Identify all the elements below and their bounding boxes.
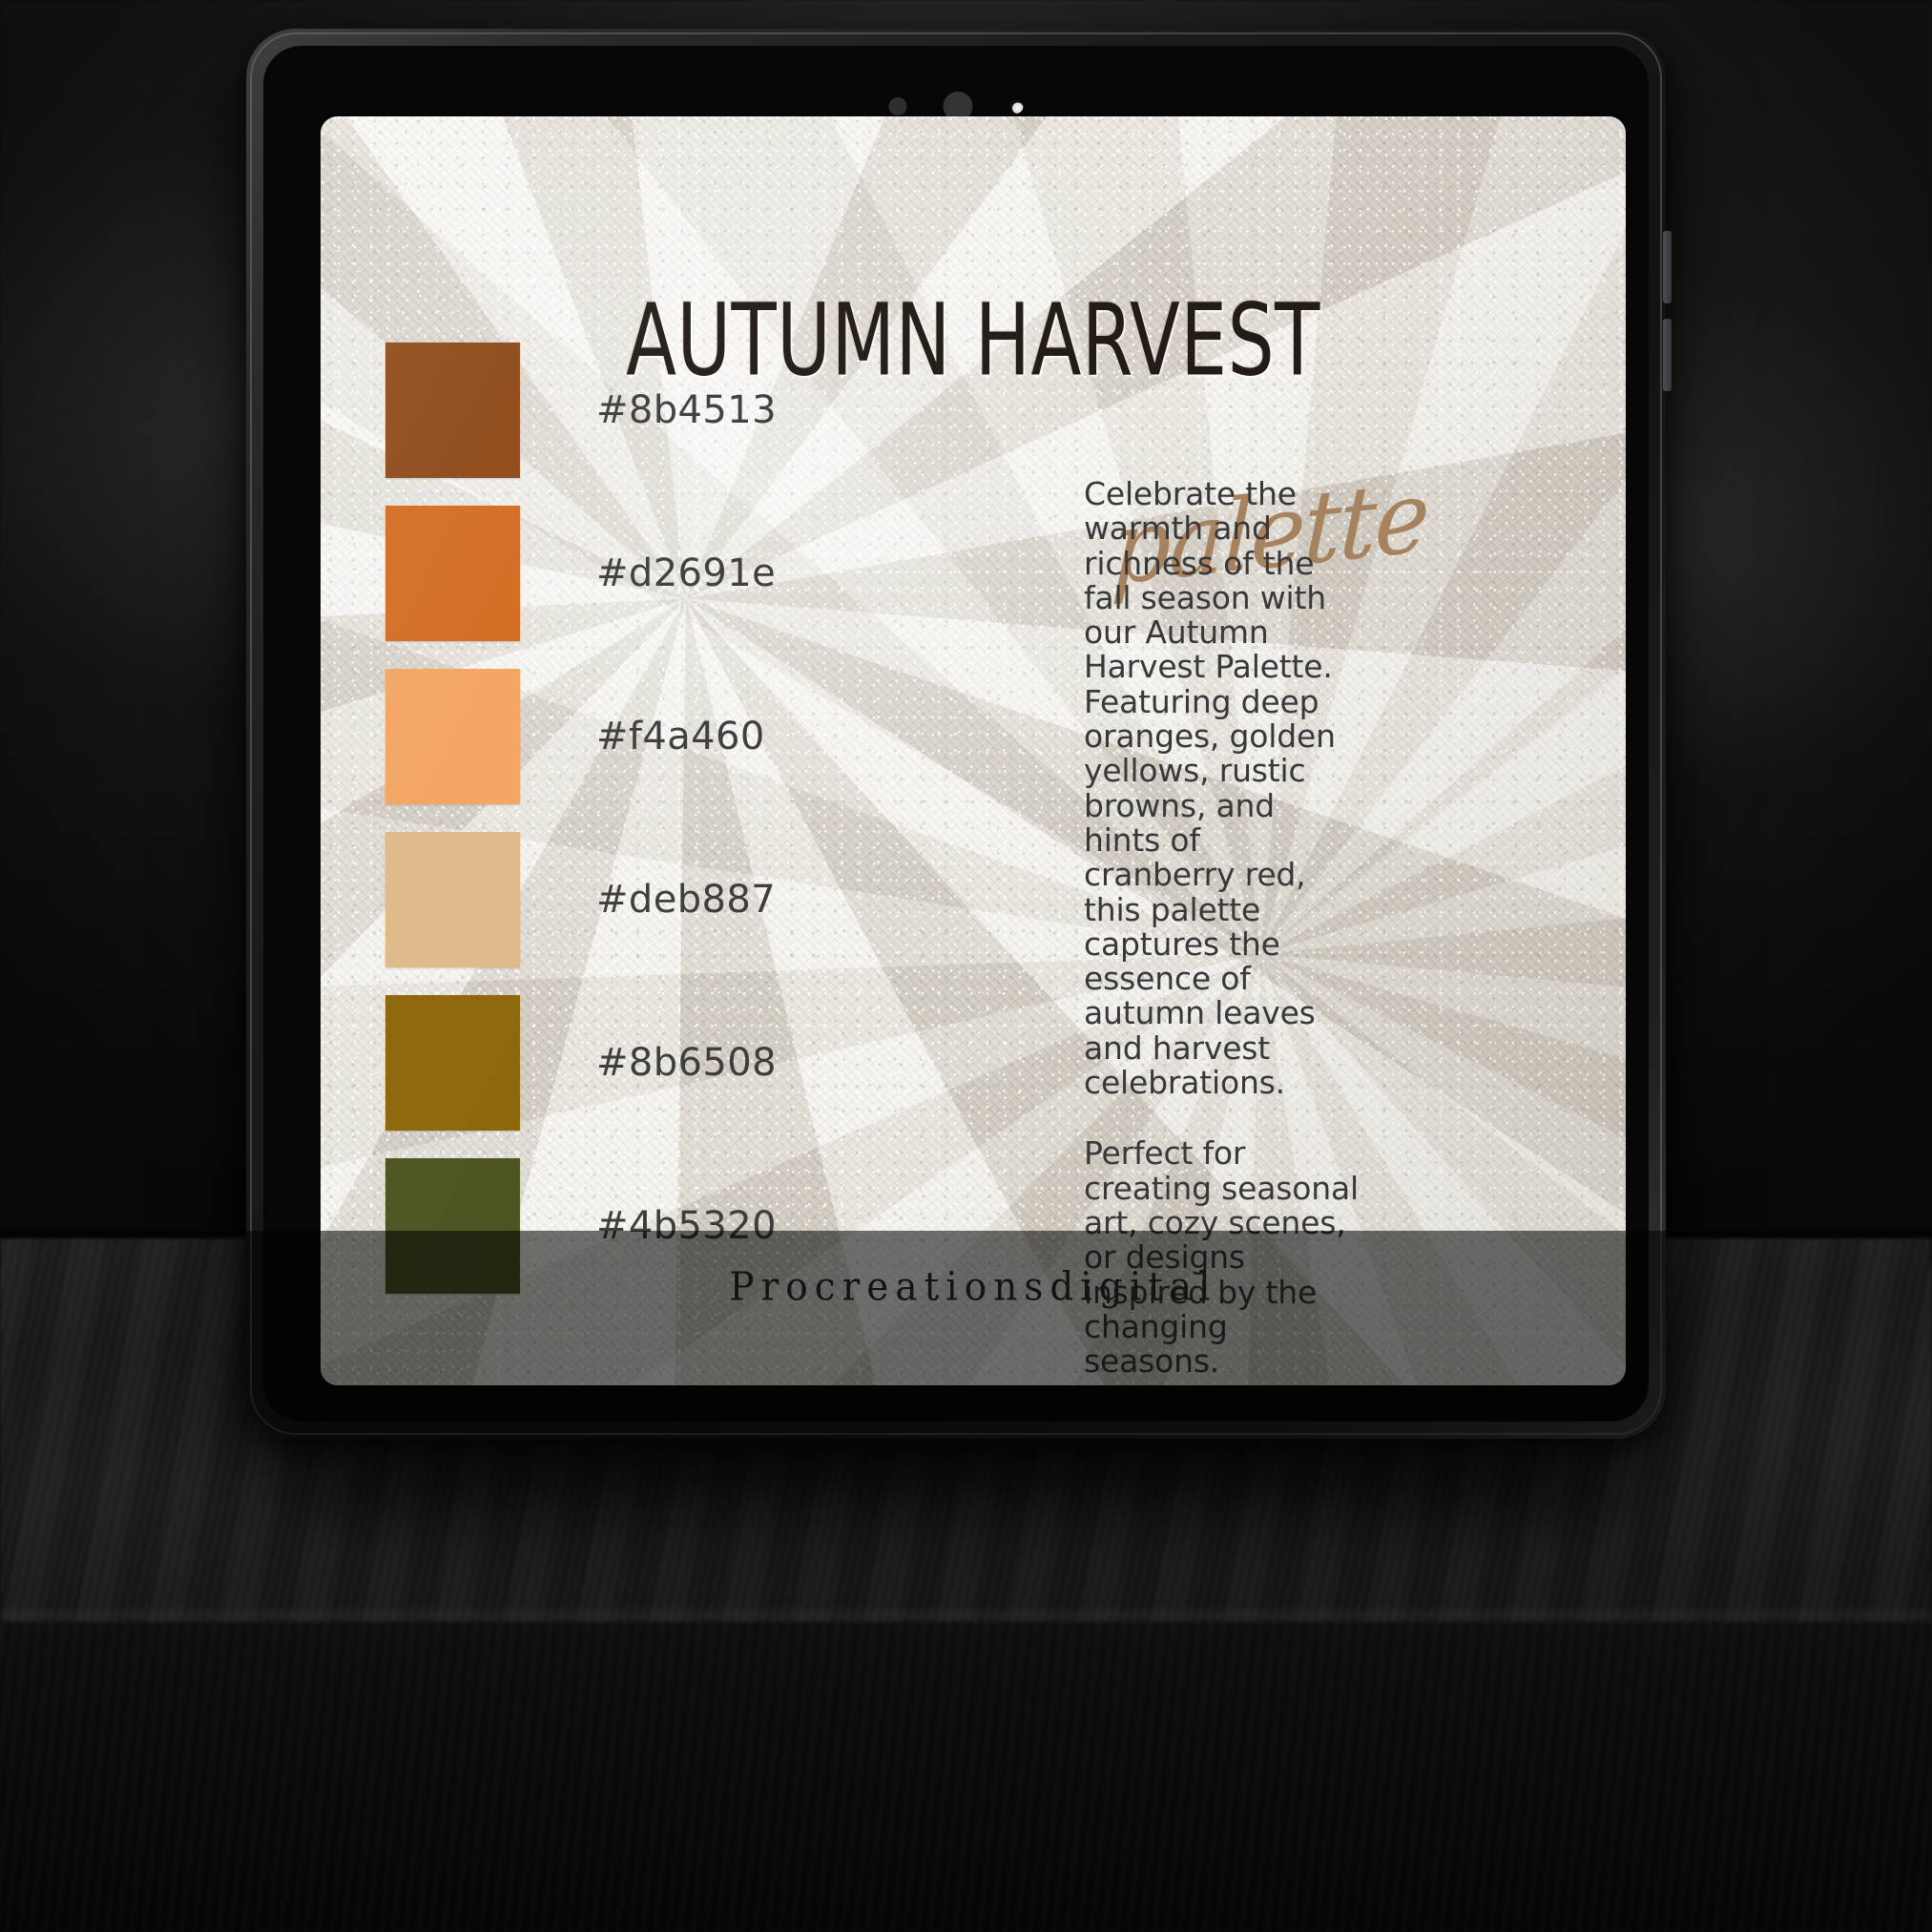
scene: AUTUMN HARVEST palette #8b4513 #d2691e #… (0, 0, 1932, 1932)
swatch-hex-label: #f4a460 (596, 714, 765, 758)
palette-card-content: AUTUMN HARVEST palette #8b4513 #d2691e #… (321, 116, 1626, 1385)
description-block: Celebrate the warmth and richness of the… (1084, 475, 1361, 1381)
tablet-screen[interactable]: AUTUMN HARVEST palette #8b4513 #d2691e #… (321, 116, 1626, 1385)
color-swatch[interactable] (385, 668, 520, 804)
swatch-row[interactable]: #8b6508 (385, 981, 996, 1144)
sensor-small-icon (888, 97, 907, 115)
swatch-hex-label: #deb887 (596, 877, 777, 922)
color-swatch[interactable] (385, 342, 520, 478)
swatch-hex-label: #8b6508 (596, 1040, 777, 1085)
swatch-list: #8b4513 #d2691e #f4a460 #deb887 #8b6508 … (385, 328, 996, 1307)
tablet-bezel: AUTUMN HARVEST palette #8b4513 #d2691e #… (263, 46, 1649, 1422)
footer-brand: Procreationsdigital (729, 1264, 1217, 1311)
description-paragraph: Celebrate the warmth and richness of the… (1084, 475, 1336, 1102)
table-front-face (0, 1622, 1932, 1932)
swatch-hex-label: #4b5320 (596, 1203, 777, 1248)
volume-down-button[interactable] (1663, 319, 1672, 391)
tablet-device: AUTUMN HARVEST palette #8b4513 #d2691e #… (246, 29, 1672, 1439)
swatch-row[interactable]: #deb887 (385, 818, 996, 981)
indicator-led-icon (1008, 99, 1024, 114)
swatch-row[interactable]: #f4a460 (385, 654, 996, 818)
swatch-row[interactable]: #8b4513 (385, 328, 996, 491)
tablet-shadow (286, 1431, 1631, 1574)
swatch-row[interactable]: #d2691e (385, 491, 996, 654)
volume-up-button[interactable] (1663, 231, 1672, 303)
color-swatch[interactable] (385, 505, 520, 641)
swatch-hex-label: #8b4513 (596, 387, 777, 432)
color-swatch[interactable] (385, 994, 520, 1131)
swatch-hex-label: #d2691e (596, 551, 777, 595)
color-swatch[interactable] (385, 831, 520, 967)
description-paragraph: Perfect for creating seasonal art, cozy … (1084, 1134, 1359, 1381)
